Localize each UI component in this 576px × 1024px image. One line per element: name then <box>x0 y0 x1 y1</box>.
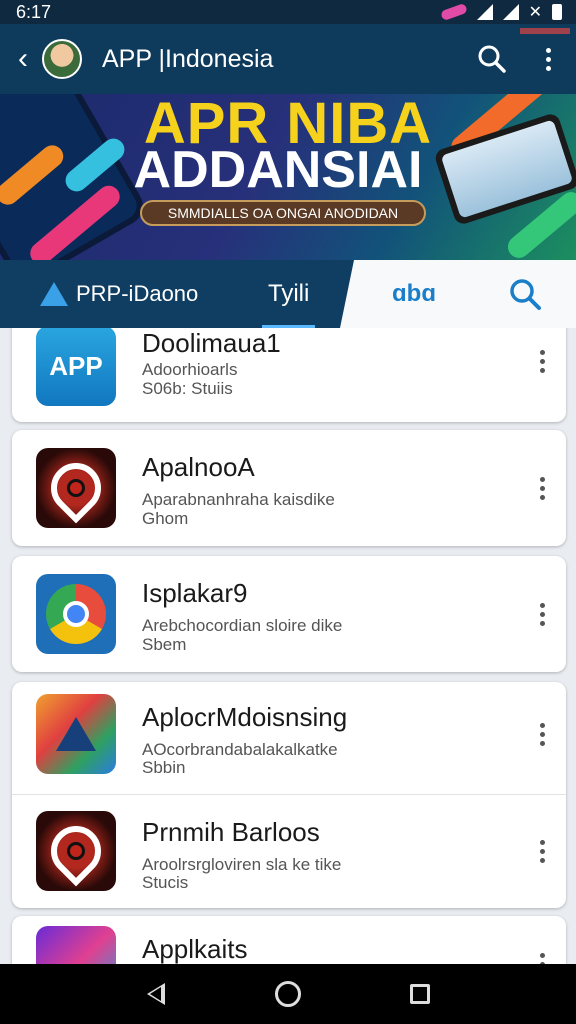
app-meta: S06b: Stuiis <box>142 379 233 398</box>
tab-active-label: Tyili <box>268 280 310 307</box>
app-title: ApalnooA <box>142 452 255 482</box>
app-title: APP |Indonesia <box>102 44 274 73</box>
tab-bar: PRP-iDaono Tyili ɑbɑ <box>0 260 576 328</box>
banner-cta-button[interactable]: SMMDIALLS OA ONGAI ANODIDAN <box>140 200 426 226</box>
app-icon-label: APP <box>49 350 103 381</box>
recents-square-icon <box>410 984 430 1004</box>
signal-icon <box>502 4 519 20</box>
app-meta: Ghom <box>142 509 189 528</box>
brand-a-icon <box>40 282 68 306</box>
avatar[interactable] <box>42 39 82 79</box>
eye-icon <box>36 811 116 891</box>
nav-back-button[interactable] <box>136 974 176 1014</box>
tab-third-label: ɑbɑ <box>392 280 436 307</box>
overflow-menu-button[interactable] <box>520 31 576 87</box>
item-menu-button[interactable] <box>532 946 552 964</box>
home-circle-icon <box>275 981 301 1007</box>
app-icon: APP <box>36 328 116 406</box>
battery-icon <box>552 4 562 20</box>
eye-icon <box>36 448 116 528</box>
app-subtitle: AOcorbrandabalakalkatke <box>142 740 338 759</box>
status-time: 6:17 <box>16 1 52 22</box>
promo-banner[interactable]: APR NIBA ADDANSIAI SMMDIALLS OA ONGAI AN… <box>0 94 576 260</box>
item-menu-button[interactable] <box>532 833 552 869</box>
tab-third[interactable]: ɑbɑ <box>392 260 436 328</box>
app-meta: Sbem <box>142 635 187 654</box>
app-gradient-icon <box>36 926 116 964</box>
app-title: Doolimaua1 <box>142 328 281 358</box>
item-menu-button[interactable] <box>532 343 552 379</box>
list-item[interactable]: Applkaits <box>12 916 566 964</box>
nav-home-button[interactable] <box>268 974 308 1014</box>
item-menu-button[interactable] <box>532 716 552 752</box>
more-vert-icon <box>545 47 551 71</box>
list-item[interactable]: AplocrMdoisnsing AOcorbrandabalakalkatke… <box>12 682 566 794</box>
list-item[interactable]: APP Doolimaua1 Adoorhioarls S06b: Stuiis <box>12 328 566 422</box>
app-subtitle: Aparabnanhraha kaisdike <box>142 490 335 509</box>
search-button[interactable] <box>464 31 520 87</box>
app-subtitle: Adoorhioarls <box>142 360 238 379</box>
item-menu-button[interactable] <box>532 470 552 506</box>
back-triangle-icon <box>147 983 165 1005</box>
app-subtitle: Arebchocordian sloire dike <box>142 616 343 635</box>
app-title: Isplakar9 <box>142 578 248 608</box>
app-title: AplocrMdoisnsing <box>142 702 348 732</box>
tab-search[interactable] <box>508 260 542 328</box>
list-group: AplocrMdoisnsing AOcorbrandabalakalkatke… <box>12 682 566 908</box>
drive-icon <box>36 694 116 774</box>
list-item[interactable]: Prnmih Barloos Aroolrsrgloviren sla ke t… <box>12 795 566 908</box>
tab-active[interactable]: Tyili <box>261 260 316 328</box>
status-accent <box>520 28 570 34</box>
item-menu-button[interactable] <box>532 596 552 632</box>
chrome-icon <box>36 574 116 654</box>
tab-brand[interactable]: PRP-iDaono <box>40 260 198 328</box>
list-item[interactable]: ApalnooA Aparabnanhraha kaisdike Ghom <box>12 430 566 546</box>
app-meta: Sbbin <box>142 758 186 777</box>
chevron-left-icon[interactable]: ‹ <box>8 42 38 76</box>
app-list: APP Doolimaua1 Adoorhioarls S06b: Stuiis… <box>0 328 576 964</box>
app-bar: ‹ APP |Indonesia <box>0 24 576 94</box>
system-nav-bar <box>0 964 576 1024</box>
app-subtitle: Aroolrsrgloviren sla ke tike <box>142 855 342 874</box>
app-title: Applkaits <box>142 934 248 964</box>
search-icon <box>478 45 506 73</box>
tab-brand-label: PRP-iDaono <box>76 281 199 306</box>
nav-recents-button[interactable] <box>400 974 440 1014</box>
network-icon: ✕ <box>528 4 542 21</box>
wifi-icon <box>476 4 493 20</box>
search-icon <box>510 279 541 310</box>
app-meta: Stucis <box>142 873 189 892</box>
list-item[interactable]: Isplakar9 Arebchocordian sloire dike Sbe… <box>12 556 566 672</box>
status-bar: 6:17 ✕ <box>0 0 576 24</box>
app-title: Prnmih Barloos <box>142 817 320 847</box>
notification-icon <box>439 2 468 22</box>
